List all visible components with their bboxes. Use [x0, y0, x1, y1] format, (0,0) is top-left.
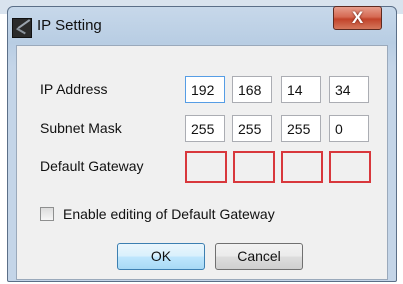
ip-octet-2-input[interactable]: 168 — [232, 76, 272, 103]
gateway-octet-1-input[interactable] — [185, 151, 227, 183]
gateway-octet-4-input[interactable] — [329, 151, 371, 183]
close-button[interactable]: X — [333, 6, 382, 30]
enable-gateway-label[interactable]: Enable editing of Default Gateway — [63, 206, 275, 222]
ip-octet-1-input[interactable]: 192 — [185, 76, 225, 103]
cancel-button[interactable]: Cancel — [215, 243, 303, 270]
app-icon — [12, 18, 32, 38]
enable-gateway-checkbox[interactable] — [40, 207, 54, 221]
dialog-title: IP Setting — [37, 17, 102, 34]
default-gateway-label: Default Gateway — [40, 158, 144, 174]
gateway-octet-3-input[interactable] — [281, 151, 323, 183]
ok-button[interactable]: OK — [117, 243, 205, 270]
ip-address-label: IP Address — [40, 81, 108, 97]
subnet-octet-4-input[interactable]: 0 — [329, 115, 369, 142]
ip-octet-3-input[interactable]: 14 — [281, 76, 321, 103]
gateway-octet-2-input[interactable] — [233, 151, 275, 183]
subnet-mask-label: Subnet Mask — [40, 120, 122, 136]
subnet-octet-2-input[interactable]: 255 — [232, 115, 272, 142]
subnet-octet-3-input[interactable]: 255 — [281, 115, 321, 142]
ip-octet-4-input[interactable]: 34 — [329, 76, 369, 103]
subnet-octet-1-input[interactable]: 255 — [185, 115, 225, 142]
